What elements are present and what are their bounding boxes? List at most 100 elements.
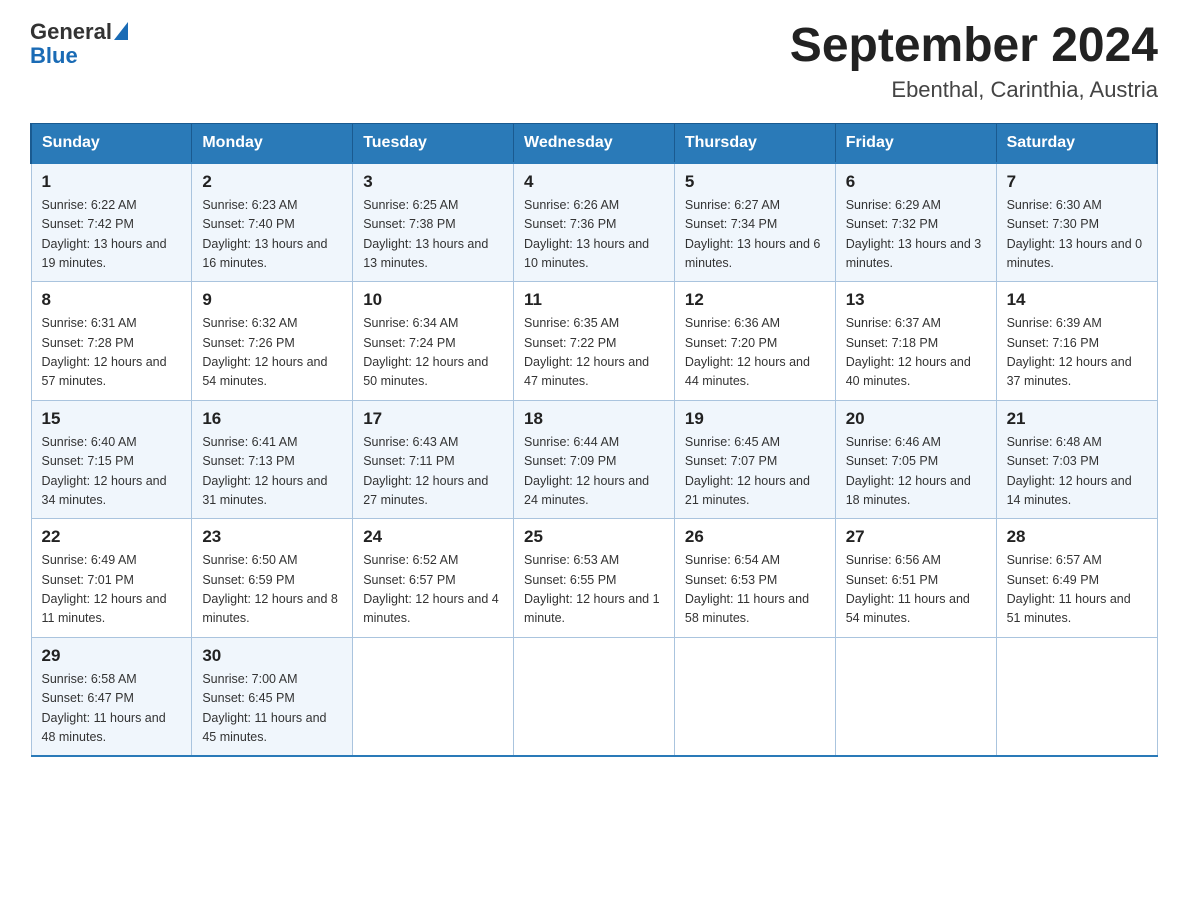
day-number: 20	[846, 409, 986, 429]
calendar-cell: 20Sunrise: 6:46 AMSunset: 7:05 PMDayligh…	[835, 400, 996, 519]
day-info: Sunrise: 6:44 AMSunset: 7:09 PMDaylight:…	[524, 433, 664, 511]
calendar-cell: 8 Sunrise: 6:31 AMSunset: 7:28 PMDaylight…	[31, 282, 192, 401]
day-info: Sunrise: 6:39 AMSunset: 7:16 PMDaylight:…	[1007, 314, 1147, 392]
calendar-cell	[996, 637, 1157, 756]
day-info: Sunrise: 6:53 AMSunset: 6:55 PMDaylight:…	[524, 551, 664, 629]
calendar-cell: 21 Sunrise: 6:48 AMSunset: 7:03 PMDayligh…	[996, 400, 1157, 519]
calendar-cell: 3Sunrise: 6:25 AMSunset: 7:38 PMDaylight…	[353, 163, 514, 282]
calendar-cell: 17Sunrise: 6:43 AMSunset: 7:11 PMDayligh…	[353, 400, 514, 519]
day-info: Sunrise: 6:58 AMSunset: 6:47 PMDaylight:…	[42, 670, 182, 748]
day-number: 24	[363, 527, 503, 547]
logo: General Blue	[30, 20, 128, 68]
day-info: Sunrise: 6:36 AMSunset: 7:20 PMDaylight:…	[685, 314, 825, 392]
calendar-week-row: 1 Sunrise: 6:22 AMSunset: 7:42 PMDaylight…	[31, 163, 1157, 282]
day-info: Sunrise: 6:49 AMSunset: 7:01 PMDaylight:…	[42, 551, 182, 629]
calendar-cell: 6Sunrise: 6:29 AMSunset: 7:32 PMDaylight…	[835, 163, 996, 282]
calendar-cell: 25Sunrise: 6:53 AMSunset: 6:55 PMDayligh…	[514, 519, 675, 638]
day-info: Sunrise: 6:23 AMSunset: 7:40 PMDaylight:…	[202, 196, 342, 274]
calendar-cell: 12Sunrise: 6:36 AMSunset: 7:20 PMDayligh…	[674, 282, 835, 401]
day-info: Sunrise: 6:34 AMSunset: 7:24 PMDaylight:…	[363, 314, 503, 392]
day-info: Sunrise: 6:35 AMSunset: 7:22 PMDaylight:…	[524, 314, 664, 392]
day-of-week-header: Saturday	[996, 123, 1157, 163]
day-info: Sunrise: 6:40 AMSunset: 7:15 PMDaylight:…	[42, 433, 182, 511]
calendar-cell: 26 Sunrise: 6:54 AMSunset: 6:53 PMDayligh…	[674, 519, 835, 638]
header-row: SundayMondayTuesdayWednesdayThursdayFrid…	[31, 123, 1157, 163]
logo-blue: Blue	[30, 43, 78, 68]
day-info: Sunrise: 6:57 AMSunset: 6:49 PMDaylight:…	[1007, 551, 1147, 629]
day-number: 22	[42, 527, 182, 547]
calendar-cell: 10 Sunrise: 6:34 AMSunset: 7:24 PMDayligh…	[353, 282, 514, 401]
day-of-week-header: Wednesday	[514, 123, 675, 163]
day-number: 19	[685, 409, 825, 429]
day-info: Sunrise: 6:37 AMSunset: 7:18 PMDaylight:…	[846, 314, 986, 392]
calendar-table: SundayMondayTuesdayWednesdayThursdayFrid…	[30, 123, 1158, 758]
day-info: Sunrise: 6:41 AMSunset: 7:13 PMDaylight:…	[202, 433, 342, 511]
day-number: 11	[524, 290, 664, 310]
day-number: 26	[685, 527, 825, 547]
calendar-cell: 24 Sunrise: 6:52 AMSunset: 6:57 PMDayligh…	[353, 519, 514, 638]
day-info: Sunrise: 6:31 AMSunset: 7:28 PMDaylight:…	[42, 314, 182, 392]
day-number: 13	[846, 290, 986, 310]
day-number: 27	[846, 527, 986, 547]
calendar-week-row: 22 Sunrise: 6:49 AMSunset: 7:01 PMDayligh…	[31, 519, 1157, 638]
day-info: Sunrise: 6:50 AMSunset: 6:59 PMDaylight:…	[202, 551, 342, 629]
day-of-week-header: Tuesday	[353, 123, 514, 163]
day-of-week-header: Friday	[835, 123, 996, 163]
day-info: Sunrise: 6:27 AMSunset: 7:34 PMDaylight:…	[685, 196, 825, 274]
calendar-cell: 28 Sunrise: 6:57 AMSunset: 6:49 PMDayligh…	[996, 519, 1157, 638]
calendar-cell: 27 Sunrise: 6:56 AMSunset: 6:51 PMDayligh…	[835, 519, 996, 638]
day-info: Sunrise: 6:26 AMSunset: 7:36 PMDaylight:…	[524, 196, 664, 274]
day-number: 8	[42, 290, 182, 310]
day-number: 2	[202, 172, 342, 192]
calendar-cell: 30Sunrise: 7:00 AMSunset: 6:45 PMDayligh…	[192, 637, 353, 756]
day-info: Sunrise: 7:00 AMSunset: 6:45 PMDaylight:…	[202, 670, 342, 748]
day-number: 29	[42, 646, 182, 666]
calendar-cell	[514, 637, 675, 756]
day-number: 18	[524, 409, 664, 429]
calendar-cell: 15 Sunrise: 6:40 AMSunset: 7:15 PMDayligh…	[31, 400, 192, 519]
day-number: 16	[202, 409, 342, 429]
day-info: Sunrise: 6:48 AMSunset: 7:03 PMDaylight:…	[1007, 433, 1147, 511]
calendar-cell: 5Sunrise: 6:27 AMSunset: 7:34 PMDaylight…	[674, 163, 835, 282]
calendar-cell	[353, 637, 514, 756]
day-info: Sunrise: 6:52 AMSunset: 6:57 PMDaylight:…	[363, 551, 503, 629]
day-info: Sunrise: 6:54 AMSunset: 6:53 PMDaylight:…	[685, 551, 825, 629]
day-number: 6	[846, 172, 986, 192]
logo-general: General	[30, 19, 112, 44]
day-info: Sunrise: 6:30 AMSunset: 7:30 PMDaylight:…	[1007, 196, 1147, 274]
day-of-week-header: Monday	[192, 123, 353, 163]
day-number: 3	[363, 172, 503, 192]
calendar-week-row: 15 Sunrise: 6:40 AMSunset: 7:15 PMDayligh…	[31, 400, 1157, 519]
day-number: 1	[42, 172, 182, 192]
day-number: 17	[363, 409, 503, 429]
day-number: 7	[1007, 172, 1147, 192]
calendar-cell: 29 Sunrise: 6:58 AMSunset: 6:47 PMDayligh…	[31, 637, 192, 756]
calendar-cell: 2 Sunrise: 6:23 AMSunset: 7:40 PMDaylight…	[192, 163, 353, 282]
day-number: 15	[42, 409, 182, 429]
day-number: 10	[363, 290, 503, 310]
day-info: Sunrise: 6:45 AMSunset: 7:07 PMDaylight:…	[685, 433, 825, 511]
calendar-cell: 23 Sunrise: 6:50 AMSunset: 6:59 PMDayligh…	[192, 519, 353, 638]
calendar-cell: 14Sunrise: 6:39 AMSunset: 7:16 PMDayligh…	[996, 282, 1157, 401]
calendar-cell: 19 Sunrise: 6:45 AMSunset: 7:07 PMDayligh…	[674, 400, 835, 519]
calendar-cell	[674, 637, 835, 756]
calendar-cell: 9Sunrise: 6:32 AMSunset: 7:26 PMDaylight…	[192, 282, 353, 401]
day-of-week-header: Sunday	[31, 123, 192, 163]
day-info: Sunrise: 6:22 AMSunset: 7:42 PMDaylight:…	[42, 196, 182, 274]
day-number: 23	[202, 527, 342, 547]
calendar-week-row: 8 Sunrise: 6:31 AMSunset: 7:28 PMDaylight…	[31, 282, 1157, 401]
calendar-cell	[835, 637, 996, 756]
logo-icon-shape	[114, 22, 128, 40]
day-number: 21	[1007, 409, 1147, 429]
calendar-cell: 4 Sunrise: 6:26 AMSunset: 7:36 PMDaylight…	[514, 163, 675, 282]
calendar-cell: 1 Sunrise: 6:22 AMSunset: 7:42 PMDaylight…	[31, 163, 192, 282]
calendar-week-row: 29 Sunrise: 6:58 AMSunset: 6:47 PMDayligh…	[31, 637, 1157, 756]
day-of-week-header: Thursday	[674, 123, 835, 163]
calendar-title: September 2024	[790, 20, 1158, 73]
day-info: Sunrise: 6:56 AMSunset: 6:51 PMDaylight:…	[846, 551, 986, 629]
day-number: 4	[524, 172, 664, 192]
day-number: 28	[1007, 527, 1147, 547]
calendar-cell: 13 Sunrise: 6:37 AMSunset: 7:18 PMDayligh…	[835, 282, 996, 401]
calendar-cell: 22 Sunrise: 6:49 AMSunset: 7:01 PMDayligh…	[31, 519, 192, 638]
calendar-cell: 16 Sunrise: 6:41 AMSunset: 7:13 PMDayligh…	[192, 400, 353, 519]
